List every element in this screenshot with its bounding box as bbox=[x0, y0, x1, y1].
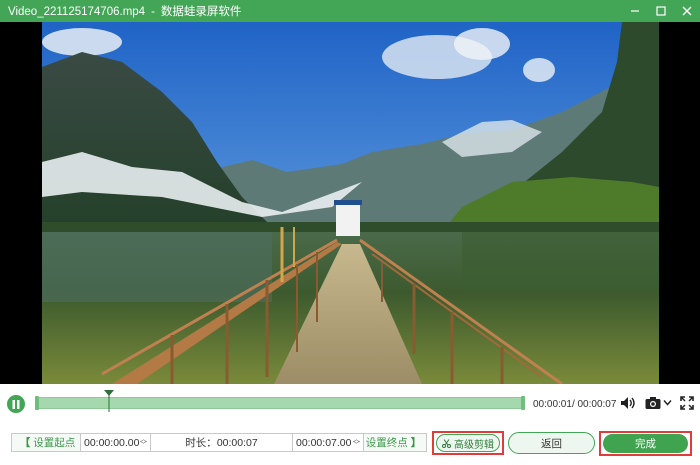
set-start-button[interactable]: 【设置起点 bbox=[11, 433, 81, 452]
duration-display: 时长： 00:00:07 bbox=[150, 433, 293, 452]
pause-button[interactable] bbox=[7, 395, 25, 413]
file-name: Video_221125174706.mp4 bbox=[8, 6, 146, 18]
scissors-icon bbox=[442, 438, 451, 448]
title-separator: - bbox=[151, 6, 155, 18]
screenshot-button[interactable] bbox=[645, 396, 661, 410]
set-end-label: 设置终点 bbox=[365, 437, 408, 449]
chevron-down-icon bbox=[663, 400, 672, 406]
volume-icon bbox=[621, 397, 635, 409]
back-label: 返回 bbox=[541, 437, 562, 450]
start-time-stepper[interactable]: ︿ ﹀ bbox=[140, 436, 147, 449]
camera-icon bbox=[645, 397, 661, 409]
video-preview-area[interactable] bbox=[0, 22, 700, 384]
trim-end-handle[interactable] bbox=[521, 396, 525, 410]
maximize-icon bbox=[656, 6, 666, 16]
volume-button[interactable] bbox=[620, 396, 636, 410]
duration-value: 00:00:07 bbox=[216, 436, 258, 449]
window-title: Video_221125174706.mp4- 数据蛙录屏软件 bbox=[0, 3, 241, 19]
app-name: 数据蛙录屏软件 bbox=[160, 6, 242, 18]
advanced-edit-label: 高级剪辑 bbox=[454, 439, 494, 451]
fullscreen-button[interactable] bbox=[680, 396, 694, 410]
advanced-edit-highlight: 高级剪辑 bbox=[432, 431, 504, 455]
end-time-value: 00:00:07.00 bbox=[296, 436, 352, 449]
video-frame-image bbox=[42, 22, 659, 384]
set-end-button[interactable]: 设置终点】 bbox=[363, 433, 427, 452]
bracket-right: 】 bbox=[410, 437, 422, 449]
playhead-marker[interactable] bbox=[103, 390, 115, 412]
current-time: 00:00:01 bbox=[533, 399, 572, 410]
total-time: / 00:00:07 bbox=[571, 399, 617, 410]
done-highlight: 完成 bbox=[599, 431, 692, 456]
time-readout: 00:00:01/ 00:00:07 bbox=[533, 399, 616, 410]
trim-controls: 【设置起点 00:00:00.00 ︿ ﹀ 时长： 00:00:07 00:00:0… bbox=[0, 431, 700, 456]
minimize-button[interactable] bbox=[622, 0, 648, 22]
video-frame bbox=[42, 22, 659, 384]
start-time-field[interactable]: 00:00:00.00 ︿ ﹀ bbox=[80, 433, 151, 452]
maximize-button[interactable] bbox=[648, 0, 674, 22]
done-button[interactable]: 完成 bbox=[603, 434, 688, 453]
bracket-left: 【 bbox=[19, 437, 31, 449]
end-time-field[interactable]: 00:00:07.00 ︿ ﹀ bbox=[292, 433, 364, 452]
fullscreen-icon bbox=[680, 396, 694, 410]
duration-label: 时长： bbox=[185, 437, 217, 449]
start-time-value: 00:00:00.00 bbox=[84, 436, 140, 449]
stepper-down-icon[interactable]: ﹀ bbox=[353, 442, 360, 449]
close-button[interactable] bbox=[674, 0, 700, 22]
advanced-edit-button[interactable]: 高级剪辑 bbox=[436, 434, 500, 452]
end-time-stepper[interactable]: ︿ ﹀ bbox=[353, 436, 360, 449]
close-icon bbox=[682, 6, 692, 16]
stepper-down-icon[interactable]: ﹀ bbox=[140, 442, 147, 449]
pause-icon bbox=[12, 399, 20, 409]
set-start-label: 设置起点 bbox=[33, 437, 76, 449]
screenshot-options-button[interactable] bbox=[663, 399, 672, 406]
minimize-icon bbox=[631, 10, 639, 12]
timeline-row: 00:00:01/ 00:00:07 bbox=[0, 390, 700, 418]
title-bar: Video_221125174706.mp4- 数据蛙录屏软件 bbox=[0, 0, 700, 22]
back-button[interactable]: 返回 bbox=[508, 432, 595, 454]
done-label: 完成 bbox=[635, 438, 656, 450]
trim-start-handle[interactable] bbox=[35, 396, 39, 410]
